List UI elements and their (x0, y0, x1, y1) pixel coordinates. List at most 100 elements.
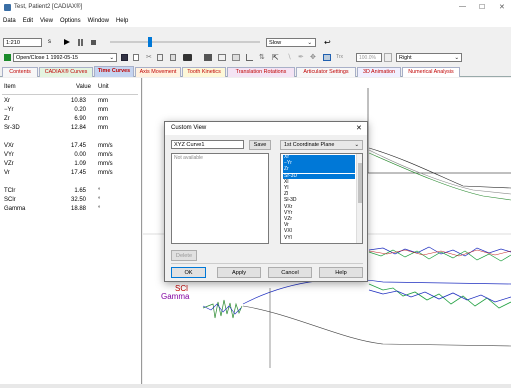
dialog-divider (171, 263, 363, 264)
grid-trx-label[interactable]: Trx (336, 54, 343, 60)
delete-button[interactable]: Delete (171, 250, 197, 261)
help-button[interactable]: Help (319, 267, 363, 278)
tab-translation-rotations[interactable]: Translation Rotations (227, 67, 295, 77)
menu-bar: Data Edit View Options Window Help (0, 17, 511, 27)
side-select[interactable]: Right ⌄ (396, 53, 462, 62)
play-icon[interactable] (64, 39, 70, 45)
tab-cadiax-curves[interactable]: CADIAX® Curves (39, 67, 93, 77)
cut-icon[interactable]: ✂ (146, 53, 152, 61)
save-icon[interactable] (121, 54, 128, 61)
row-value: 17.45 (70, 170, 86, 176)
list-scrollbar[interactable] (356, 154, 362, 243)
dialog-close-icon[interactable]: ✕ (356, 124, 362, 132)
axes-icon[interactable]: ⇱ (272, 53, 279, 62)
pan-icon[interactable]: ✥ (310, 53, 316, 61)
channel-list[interactable]: Xr −Yr Zr Sr-3D Xl Yl Zl Sl-3D VXr VYr VZr Vr VXl VYl (280, 153, 363, 244)
table-row: Gamma 18.88 ° (4, 206, 139, 214)
paste-icon[interactable] (157, 54, 163, 61)
channel-list-item[interactable]: VYr (283, 210, 355, 217)
channel-list-item[interactable]: Yl (283, 185, 355, 192)
table-header: Item Value Unit (4, 84, 139, 92)
table-row: Zr 6.90 mm (4, 116, 139, 124)
available-list[interactable]: Not available (171, 153, 269, 244)
menu-window[interactable]: Window (88, 18, 109, 24)
menu-options[interactable]: Options (60, 18, 81, 24)
channel-list-item[interactable]: VXl (283, 229, 355, 235)
menu-data[interactable]: Data (3, 18, 16, 24)
channel-list-item[interactable]: Xr (283, 154, 355, 161)
channel-list-item[interactable]: VXr (283, 204, 355, 211)
tab-numerical-analysis[interactable]: Numerical Analysis (402, 67, 460, 77)
tab-articulator-settings[interactable]: Articulator Settings (296, 67, 356, 77)
minimize-button[interactable]: — (459, 3, 466, 10)
menu-edit[interactable]: Edit (23, 18, 33, 24)
reset-icon[interactable]: ↩ (324, 38, 331, 47)
layout-icon[interactable] (218, 54, 226, 61)
app-icon (4, 4, 11, 11)
tab-axis-movement[interactable]: Axis Movement (135, 67, 181, 77)
channel-list-item[interactable]: Sl-3D (283, 198, 355, 204)
menu-help[interactable]: Help (116, 18, 128, 24)
timeline-slider[interactable] (110, 37, 260, 47)
row-unit: ° (98, 188, 101, 194)
title-bar: Test, Patient2 [CADIAX®] — ☐ ✕ (0, 0, 511, 17)
row-value: 1.09 (74, 161, 86, 167)
row-unit: mm (98, 107, 108, 113)
chevron-down-icon: ⌄ (109, 55, 114, 61)
channel-list-item[interactable]: VYl (283, 235, 355, 242)
playback-toolbar: 1:210 s Slow ⌄ ↩ (0, 28, 511, 50)
pause-icon[interactable] (78, 39, 80, 46)
monitor-icon[interactable] (204, 54, 212, 61)
table-row (4, 134, 139, 142)
recording-select[interactable]: Open/Close 1 1992-05-15 ⌄ (13, 53, 117, 62)
view3d-icon[interactable] (323, 54, 331, 61)
print-icon[interactable] (183, 54, 192, 61)
slider-thumb[interactable] (148, 37, 152, 47)
scroll-thumb[interactable] (358, 163, 362, 203)
tab-contents[interactable]: Contents (2, 67, 38, 77)
tab-time-curves[interactable]: Time Curves (94, 66, 134, 77)
channel-list-item[interactable]: Vr (283, 222, 355, 229)
row-unit: mm (98, 125, 108, 131)
tab-bar: Contents CADIAX® Curves Time Curves Axis… (0, 65, 511, 77)
not-available-item: Not available (174, 155, 203, 161)
arrows-icon[interactable]: ⇅ (259, 53, 265, 61)
row-item: −Yr (4, 107, 14, 113)
plane-select[interactable]: 1st Coordinate Plane ⌄ (280, 140, 363, 150)
chevron-down-icon: ⌄ (354, 142, 359, 148)
zoom-spinner[interactable] (384, 53, 392, 62)
time-field[interactable]: 1:210 (3, 38, 42, 47)
image-icon[interactable] (232, 54, 240, 61)
ok-button[interactable]: OK (171, 267, 206, 278)
view-name-input[interactable]: XYZ Curve1 (171, 140, 244, 149)
row-item: VYr (4, 152, 15, 158)
row-item: Zr (4, 116, 10, 122)
apply-button[interactable]: Apply (217, 267, 261, 278)
menu-view[interactable]: View (40, 18, 53, 24)
channel-list-item[interactable]: Xl (283, 179, 355, 186)
table-row: Xr 10.83 mm (4, 98, 139, 106)
speed-select[interactable]: Slow ⌄ (266, 38, 316, 47)
custom-view-dialog: Custom View ✕ XYZ Curve1 Save 1st Coordi… (164, 121, 368, 282)
channel-list-item[interactable]: VZr (283, 216, 355, 223)
stop-icon[interactable] (91, 40, 96, 45)
row-value: 32.50 (70, 197, 86, 203)
zoom-field[interactable]: 100.0% (356, 53, 382, 62)
row-unit: mm/s (98, 170, 113, 176)
channel-list-item[interactable]: Sr-3D (283, 173, 355, 180)
save-button[interactable]: Save (249, 140, 271, 150)
copy-icon[interactable] (133, 54, 139, 61)
clipboard-icon[interactable] (170, 54, 176, 61)
close-button[interactable]: ✕ (499, 3, 505, 11)
values-table: Item Value Unit Xr 10.83 mm −Yr 0.20 mm Zr 6.90… (0, 78, 142, 384)
channel-list-item[interactable]: −Yr (283, 160, 355, 167)
cancel-button[interactable]: Cancel (268, 267, 312, 278)
chart-icon[interactable] (246, 54, 253, 61)
tab-3d-animation[interactable]: 3D Animation (357, 67, 401, 77)
line-tool-icon[interactable]: ∖ (287, 53, 291, 61)
tab-tooth-kinetics[interactable]: Tooth Kinetics (182, 67, 226, 77)
view-toolbar: Open/Close 1 1992-05-15 ⌄ ✂ ⇅ ⇱ ∖ ✒ ✥ Trx… (0, 51, 511, 64)
row-item: SClr (4, 197, 16, 203)
pen-icon[interactable]: ✒ (298, 53, 304, 61)
maximize-button[interactable]: ☐ (479, 3, 485, 11)
